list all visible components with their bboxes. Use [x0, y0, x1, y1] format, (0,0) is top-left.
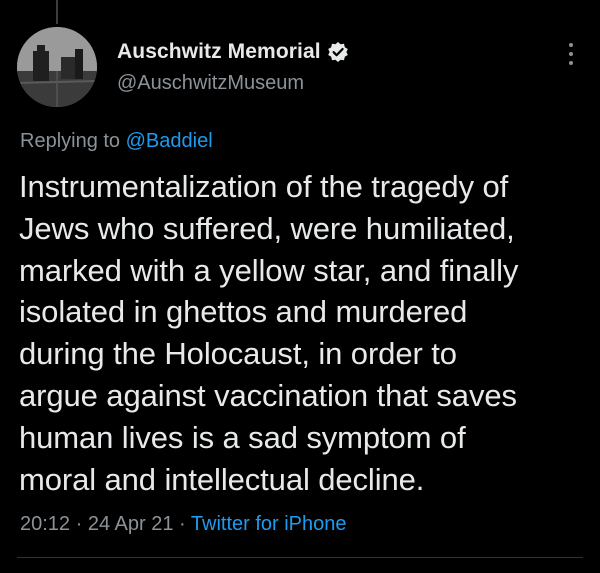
author-handle[interactable]: @AuschwitzMuseum	[117, 72, 349, 95]
tweet-source-link[interactable]: Twitter for iPhone	[191, 513, 347, 535]
tweet-metadata: 20:12 · 24 Apr 21 · Twitter for iPhone	[20, 513, 347, 536]
profile-photo-icon	[17, 27, 97, 107]
tweet-author[interactable]: Auschwitz Memorial @AuschwitzMuseum	[117, 38, 349, 95]
verified-badge-icon	[327, 41, 349, 63]
meta-separator: ·	[70, 513, 88, 535]
author-name-row: Auschwitz Memorial	[117, 38, 349, 66]
avatar[interactable]	[17, 27, 97, 107]
more-options-icon[interactable]	[564, 40, 578, 68]
replying-to-label: Replying to	[20, 130, 126, 152]
reply-mention-link[interactable]: @Baddiel	[126, 130, 213, 152]
thread-connector-line	[56, 0, 58, 24]
author-display-name[interactable]: Auschwitz Memorial	[117, 40, 321, 64]
meta-separator: ·	[173, 513, 191, 535]
tweet-text: Instrumentalization of the tragedy of Je…	[19, 169, 519, 497]
replying-to-line: Replying to @Baddiel	[20, 130, 213, 153]
tweet-date[interactable]: 24 Apr 21	[88, 513, 174, 535]
divider	[17, 557, 583, 558]
tweet-time[interactable]: 20:12	[20, 513, 70, 535]
